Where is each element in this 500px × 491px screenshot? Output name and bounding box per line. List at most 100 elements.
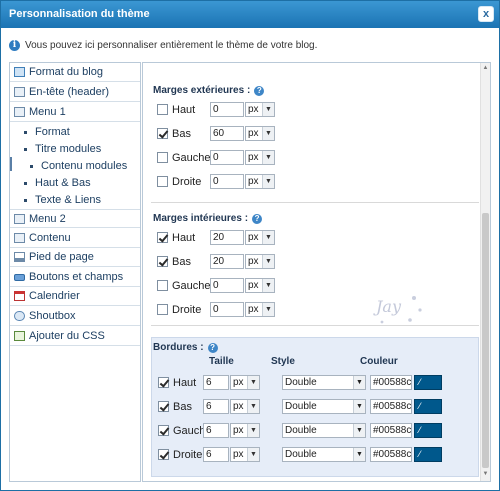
border-row-bas: Bas 6 px ▼ Double ▼ #00588c ⁄ xyxy=(158,398,442,415)
checkbox-margin-int-droite[interactable] xyxy=(157,304,168,315)
chevron-down-icon: ▼ xyxy=(247,376,259,389)
settings-panel: Marges extérieures : ? Haut 0 px ▼ Bas 60… xyxy=(142,62,491,482)
unit-select[interactable]: px ▼ xyxy=(230,423,260,438)
close-button[interactable]: x xyxy=(478,6,494,22)
row-label: Gauche xyxy=(173,424,212,437)
dialog-titlebar: Personnalisation du thème x xyxy=(1,1,499,28)
vertical-scrollbar[interactable]: ▲ ▼ xyxy=(480,63,490,481)
border-gauche-size-input[interactable]: 6 xyxy=(203,423,229,438)
unit-select[interactable]: px ▼ xyxy=(245,230,275,245)
svg-text:Jay: Jay xyxy=(373,297,402,316)
margin-int-haut-input[interactable]: 20 xyxy=(210,230,244,245)
menu-icon xyxy=(14,107,25,117)
color-picker-button[interactable]: ⁄ xyxy=(414,423,442,438)
chevron-down-icon: ▼ xyxy=(247,424,259,437)
bullet-icon xyxy=(30,164,33,168)
row-label: Droite xyxy=(172,303,202,316)
color-picker-button[interactable]: ⁄ xyxy=(414,399,442,414)
chevron-down-icon: ▼ xyxy=(262,175,274,188)
sidebar-item-ajouter-css[interactable]: Ajouter du CSS xyxy=(10,327,140,346)
sidebar-subitem-haut-bas[interactable]: Haut & Bas xyxy=(24,175,91,191)
margin-int-droite-input[interactable]: 0 xyxy=(210,302,244,317)
info-icon: i xyxy=(9,39,20,51)
scroll-up-icon[interactable]: ▲ xyxy=(482,65,489,73)
sidebar-item-boutons-champs[interactable]: Boutons et champs xyxy=(10,268,140,287)
border-droite-size-input[interactable]: 6 xyxy=(203,447,229,462)
margin-ext-gauche-input[interactable]: 0 xyxy=(210,150,244,165)
border-color-input[interactable]: #00588c xyxy=(370,399,412,414)
color-picker-button[interactable]: ⁄ xyxy=(414,375,442,390)
margin-ext-droite-input[interactable]: 0 xyxy=(210,174,244,189)
margin-ext-bas-input[interactable]: 60 xyxy=(210,126,244,141)
unit-select[interactable]: px ▼ xyxy=(245,150,275,165)
checkbox-border-droite[interactable] xyxy=(158,449,169,460)
unit-select[interactable]: px ▼ xyxy=(245,302,275,317)
sidebar-item-shoutbox[interactable]: Shoutbox xyxy=(10,307,140,326)
checkbox-margin-ext-haut[interactable] xyxy=(157,104,168,115)
checkbox-border-haut[interactable] xyxy=(158,377,169,388)
border-bas-size-input[interactable]: 6 xyxy=(203,399,229,414)
unit-select[interactable]: px ▼ xyxy=(230,399,260,414)
margin-int-row-haut: Haut 20 px ▼ xyxy=(157,229,275,246)
sidebar-item-pied-de-page[interactable]: Pied de page xyxy=(10,248,140,267)
margin-ext-row-bas: Bas 60 px ▼ xyxy=(157,125,275,142)
unit-select[interactable]: px ▼ xyxy=(245,102,275,117)
margin-int-gauche-input[interactable]: 0 xyxy=(210,278,244,293)
sidebar-item-label: En-tête (header) xyxy=(29,86,110,98)
sidebar-item-en-tete[interactable]: En-tête (header) xyxy=(10,83,140,102)
footer-icon xyxy=(14,252,25,262)
sidebar-item-label: Format du blog xyxy=(29,66,103,78)
color-picker-button[interactable]: ⁄ xyxy=(414,447,442,462)
checkbox-margin-ext-gauche[interactable] xyxy=(157,152,168,163)
unit-select[interactable]: px ▼ xyxy=(245,278,275,293)
border-style-select[interactable]: Double ▼ xyxy=(282,423,366,438)
scrollbar-thumb[interactable] xyxy=(482,213,489,468)
sidebar-subitem-titre-modules[interactable]: Titre modules xyxy=(24,141,101,157)
border-style-select[interactable]: Double ▼ xyxy=(282,375,366,390)
unit-value: px xyxy=(233,425,244,436)
sidebar-item-label: Menu 2 xyxy=(29,212,66,225)
sidebar-item-calendrier[interactable]: Calendrier xyxy=(10,287,140,306)
checkbox-margin-int-haut[interactable] xyxy=(157,232,168,243)
border-style-select[interactable]: Double ▼ xyxy=(282,447,366,462)
scroll-down-icon[interactable]: ▼ xyxy=(482,471,489,479)
sidebar-item-menu-1[interactable]: Menu 1 xyxy=(10,103,140,122)
chevron-down-icon: ▼ xyxy=(262,151,274,164)
border-style-select[interactable]: Double ▼ xyxy=(282,399,366,414)
header-icon xyxy=(14,87,25,97)
unit-select[interactable]: px ▼ xyxy=(245,254,275,269)
eyedropper-icon: ⁄ xyxy=(419,401,421,411)
border-color-input[interactable]: #00588c xyxy=(370,423,412,438)
sidebar-subitem-format[interactable]: Format xyxy=(24,124,70,140)
unit-select[interactable]: px ▼ xyxy=(230,375,260,390)
section-title-margins-int: Marges intérieures : ? xyxy=(153,213,263,224)
checkbox-border-bas[interactable] xyxy=(158,401,169,412)
sidebar-item-contenu[interactable]: Contenu xyxy=(10,229,140,248)
border-color-input[interactable]: #00588c xyxy=(370,447,412,462)
chat-icon xyxy=(14,311,25,321)
bullet-icon xyxy=(24,130,27,134)
checkbox-margin-int-bas[interactable] xyxy=(157,256,168,267)
checkbox-margin-int-gauche[interactable] xyxy=(157,280,168,291)
help-icon[interactable]: ? xyxy=(254,85,265,96)
border-haut-size-input[interactable]: 6 xyxy=(203,375,229,390)
checkbox-border-gauche[interactable] xyxy=(158,425,169,436)
unit-select[interactable]: px ▼ xyxy=(230,447,260,462)
row-label: Bas xyxy=(173,400,192,413)
style-value: Double xyxy=(285,401,317,412)
help-icon[interactable]: ? xyxy=(252,213,263,224)
unit-select[interactable]: px ▼ xyxy=(245,126,275,141)
sidebar-item-format-du-blog[interactable]: Format du blog xyxy=(10,63,140,82)
checkbox-margin-ext-bas[interactable] xyxy=(157,128,168,139)
checkbox-margin-ext-droite[interactable] xyxy=(157,176,168,187)
sidebar-subitem-contenu-modules[interactable]: Contenu modules xyxy=(30,158,127,174)
border-color-input[interactable]: #00588c xyxy=(370,375,412,390)
margin-ext-haut-input[interactable]: 0 xyxy=(210,102,244,117)
unit-select[interactable]: px ▼ xyxy=(245,174,275,189)
margin-int-bas-input[interactable]: 20 xyxy=(210,254,244,269)
sidebar-subitem-texte-liens[interactable]: Texte & Liens xyxy=(24,192,101,208)
help-icon[interactable]: ? xyxy=(207,342,218,353)
column-header-color: Couleur xyxy=(360,356,398,367)
sidebar-item-menu-2[interactable]: Menu 2 xyxy=(10,209,140,228)
sidebar-subitem-label: Texte & Liens xyxy=(35,194,102,206)
